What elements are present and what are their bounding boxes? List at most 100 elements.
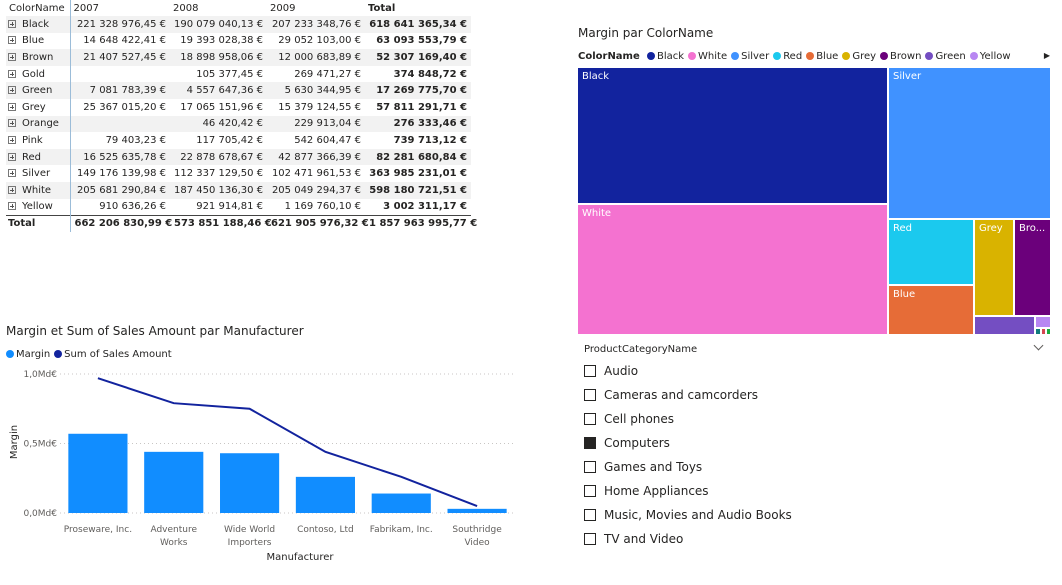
slicer-option[interactable]: Games and Toys [584,457,702,477]
margin-bar[interactable] [220,453,280,513]
treemap-tile-brown[interactable]: Bro... [1014,219,1051,316]
legend-item[interactable]: Yellow [969,51,1011,62]
row-label: Gold [22,68,45,80]
matrix-row: Grey 25 367 015,20 € 17 065 151,96 € 15 379… [6,98,471,116]
treemap-tile-grey[interactable]: Grey [974,219,1014,316]
treemap-visual: Margin par ColorName ColorName Black Whit… [576,24,1054,338]
expand-plus-icon[interactable] [8,169,16,178]
expand-plus-icon[interactable] [8,102,16,111]
expand-plus-icon[interactable] [8,19,16,28]
header-2009[interactable]: 2009 [267,0,365,16]
y-tick-label: 1,0Md€ [23,370,57,380]
row-label: White [22,184,52,196]
legend-item[interactable]: Grey [842,51,876,62]
cell-total: 63 093 553,79 € [376,35,467,47]
checkbox[interactable] [584,461,596,473]
matrix-body: Black 221 328 976,45 €190 079 040,13 €207… [6,16,471,216]
legend-item[interactable]: White [688,51,727,62]
slicer-option[interactable]: Cell phones [584,409,674,429]
matrix-visual: ColorName 2007 2008 2009 Total Black 221 … [6,0,477,232]
legend-item[interactable]: Brown [880,51,921,62]
slicer-option-label: Games and Toys [604,460,703,474]
slicer-option[interactable]: Computers [584,433,670,453]
cell-2009: 42 877 366,39 € [267,148,365,166]
slicer-option[interactable]: Cameras and camcorders [584,385,758,405]
header-2008[interactable]: 2008 [170,0,267,16]
checkbox[interactable] [584,509,596,521]
treemap-tile-blue[interactable]: Blue [888,285,974,335]
expand-plus-icon[interactable] [8,135,16,144]
checkbox[interactable] [584,485,596,497]
matrix-row: Orange 46 420,42 €229 913,04 €276 333,46 … [6,115,471,133]
cell-total: 363 985 231,01 € [369,168,467,180]
row-header: Gold [6,65,71,83]
legend-item[interactable]: Silver [731,51,769,62]
legend-item[interactable]: Green [925,51,966,62]
row-label: Blue [22,35,45,47]
margin-bar[interactable] [447,508,507,513]
margin-bar[interactable] [371,493,431,513]
checkbox[interactable] [584,413,596,425]
slicer-option[interactable]: Audio [584,361,638,381]
row-header: Orange [6,115,71,133]
expand-plus-icon[interactable] [8,69,16,78]
checkbox[interactable] [584,437,596,449]
cell-total: 374 848,72 € [393,68,467,80]
expand-plus-icon[interactable] [8,119,16,128]
row-label: Black [22,18,50,30]
expand-plus-icon[interactable] [8,36,16,45]
treemap-tile-orange[interactable] [1046,328,1051,335]
expand-plus-icon[interactable] [8,152,16,161]
cell-2009: 229 913,04 € [267,115,365,133]
header-colorname[interactable]: ColorName [6,0,71,16]
row-header: Black [6,16,71,33]
x-tick-line: Wide World [224,525,275,535]
x-tick-label: Southridge Video [452,525,502,548]
x-tick-label: Proseware, Inc. [64,525,132,535]
treemap-tile-silver[interactable]: Silver [888,67,1051,219]
treemap-tile-black[interactable]: Black [577,67,888,204]
expand-plus-icon[interactable] [8,52,16,61]
treemap-tile-label: White [582,208,612,219]
margin-bar[interactable] [295,476,355,513]
margin-bar[interactable] [144,451,204,513]
expand-plus-icon[interactable] [8,185,16,194]
treemap-tile-yellow[interactable] [1035,316,1051,328]
slicer-option[interactable]: Home Appliances [584,481,709,501]
header-2007[interactable]: 2007 [70,0,170,16]
header-total[interactable]: Total [365,0,471,16]
expand-plus-icon[interactable] [8,202,16,211]
legend-item[interactable]: Blue [806,51,838,62]
row-label: Pink [22,134,43,146]
x-tick-label: Contoso, Ltd [297,525,354,535]
slicer-option[interactable]: Music, Movies and Audio Books [584,505,792,525]
cell-2007: 149 176 139,98 € [76,168,166,180]
treemap-tile-red[interactable]: Red [888,219,974,285]
cell-2008: 187 450 136,30 € [170,181,267,199]
matrix-row: Gold 105 377,45 € 269 471,27 € 374 848,72 € [6,65,471,83]
expand-plus-icon[interactable] [8,86,16,95]
legend-item[interactable]: Sum of Sales Amount [54,349,172,360]
treemap-tile-white[interactable]: White [577,204,888,335]
legend-item[interactable]: Red [773,51,802,62]
cell-2007: 16 525 635,78 € [70,148,170,166]
cell-2009: 205 049 294,37 € [267,181,365,199]
chevron-down-icon[interactable] [1034,342,1044,352]
checkbox[interactable] [584,533,596,545]
checkbox[interactable] [584,365,596,377]
treemap-tile-green[interactable] [974,316,1035,335]
legend-item[interactable]: Black [646,51,684,62]
slicer-option-label: Cell phones [604,412,675,426]
cell-2009: 207 233 348,76 € [267,16,365,33]
cell-2007: 79 403,23 € [105,134,166,146]
x-tick-line: Works [160,538,188,548]
matrix-row: Yellow 910 636,26 € 921 914,81 € 1 169 760,… [6,198,471,216]
margin-bar[interactable] [68,433,128,513]
checkbox[interactable] [584,389,596,401]
slicer-option[interactable]: TV and Video [584,529,683,549]
row-header: Yellow [6,198,71,216]
legend-item[interactable]: Margin [6,349,50,360]
row-label: Yellow [22,201,53,213]
legend-next-arrow-icon[interactable]: ▶ [1044,51,1050,60]
cell-2008: 18 898 958,06 € [170,49,267,66]
